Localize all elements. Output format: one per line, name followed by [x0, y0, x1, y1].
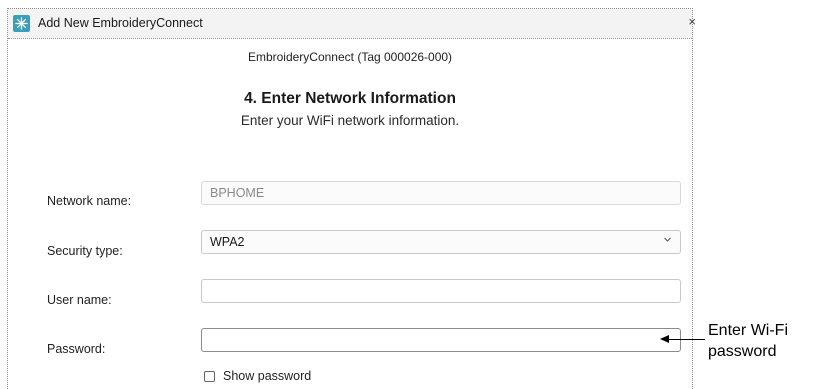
user-name-label: User name: — [47, 293, 112, 307]
security-type-label: Security type: — [47, 244, 123, 258]
callout-line-2: password — [708, 343, 777, 360]
security-type-select[interactable]: WPA2 — [201, 230, 681, 254]
network-name-field[interactable]: BPHOME — [201, 181, 681, 205]
user-name-field[interactable] — [201, 279, 681, 303]
security-type-value: WPA2 — [210, 235, 245, 249]
callout-line-1: Enter Wi-Fi — [708, 322, 788, 339]
chevron-down-icon — [663, 235, 672, 247]
app-icon — [13, 15, 30, 32]
window-title: Add New EmbroideryConnect — [38, 16, 203, 30]
title-bar: Add New EmbroideryConnect × — [8, 9, 696, 39]
step-subtitle: Enter your WiFi network information. — [240, 113, 460, 128]
show-password-checkbox[interactable] — [204, 371, 215, 382]
dialog-window: Add New EmbroideryConnect × EmbroideryCo… — [7, 8, 696, 389]
step-title: 4. Enter Network Information — [244, 90, 456, 107]
callout-arrow-icon — [660, 335, 669, 343]
password-label: Password: — [47, 342, 106, 356]
close-icon[interactable]: × — [688, 14, 696, 29]
show-password-label[interactable]: Show password — [223, 369, 311, 383]
network-name-label: Network name: — [47, 194, 132, 208]
password-field[interactable] — [201, 328, 681, 352]
callout-annotation: Enter Wi-Fi password — [708, 320, 788, 362]
device-label: EmbroideryConnect (Tag 000026-000) — [247, 50, 453, 64]
